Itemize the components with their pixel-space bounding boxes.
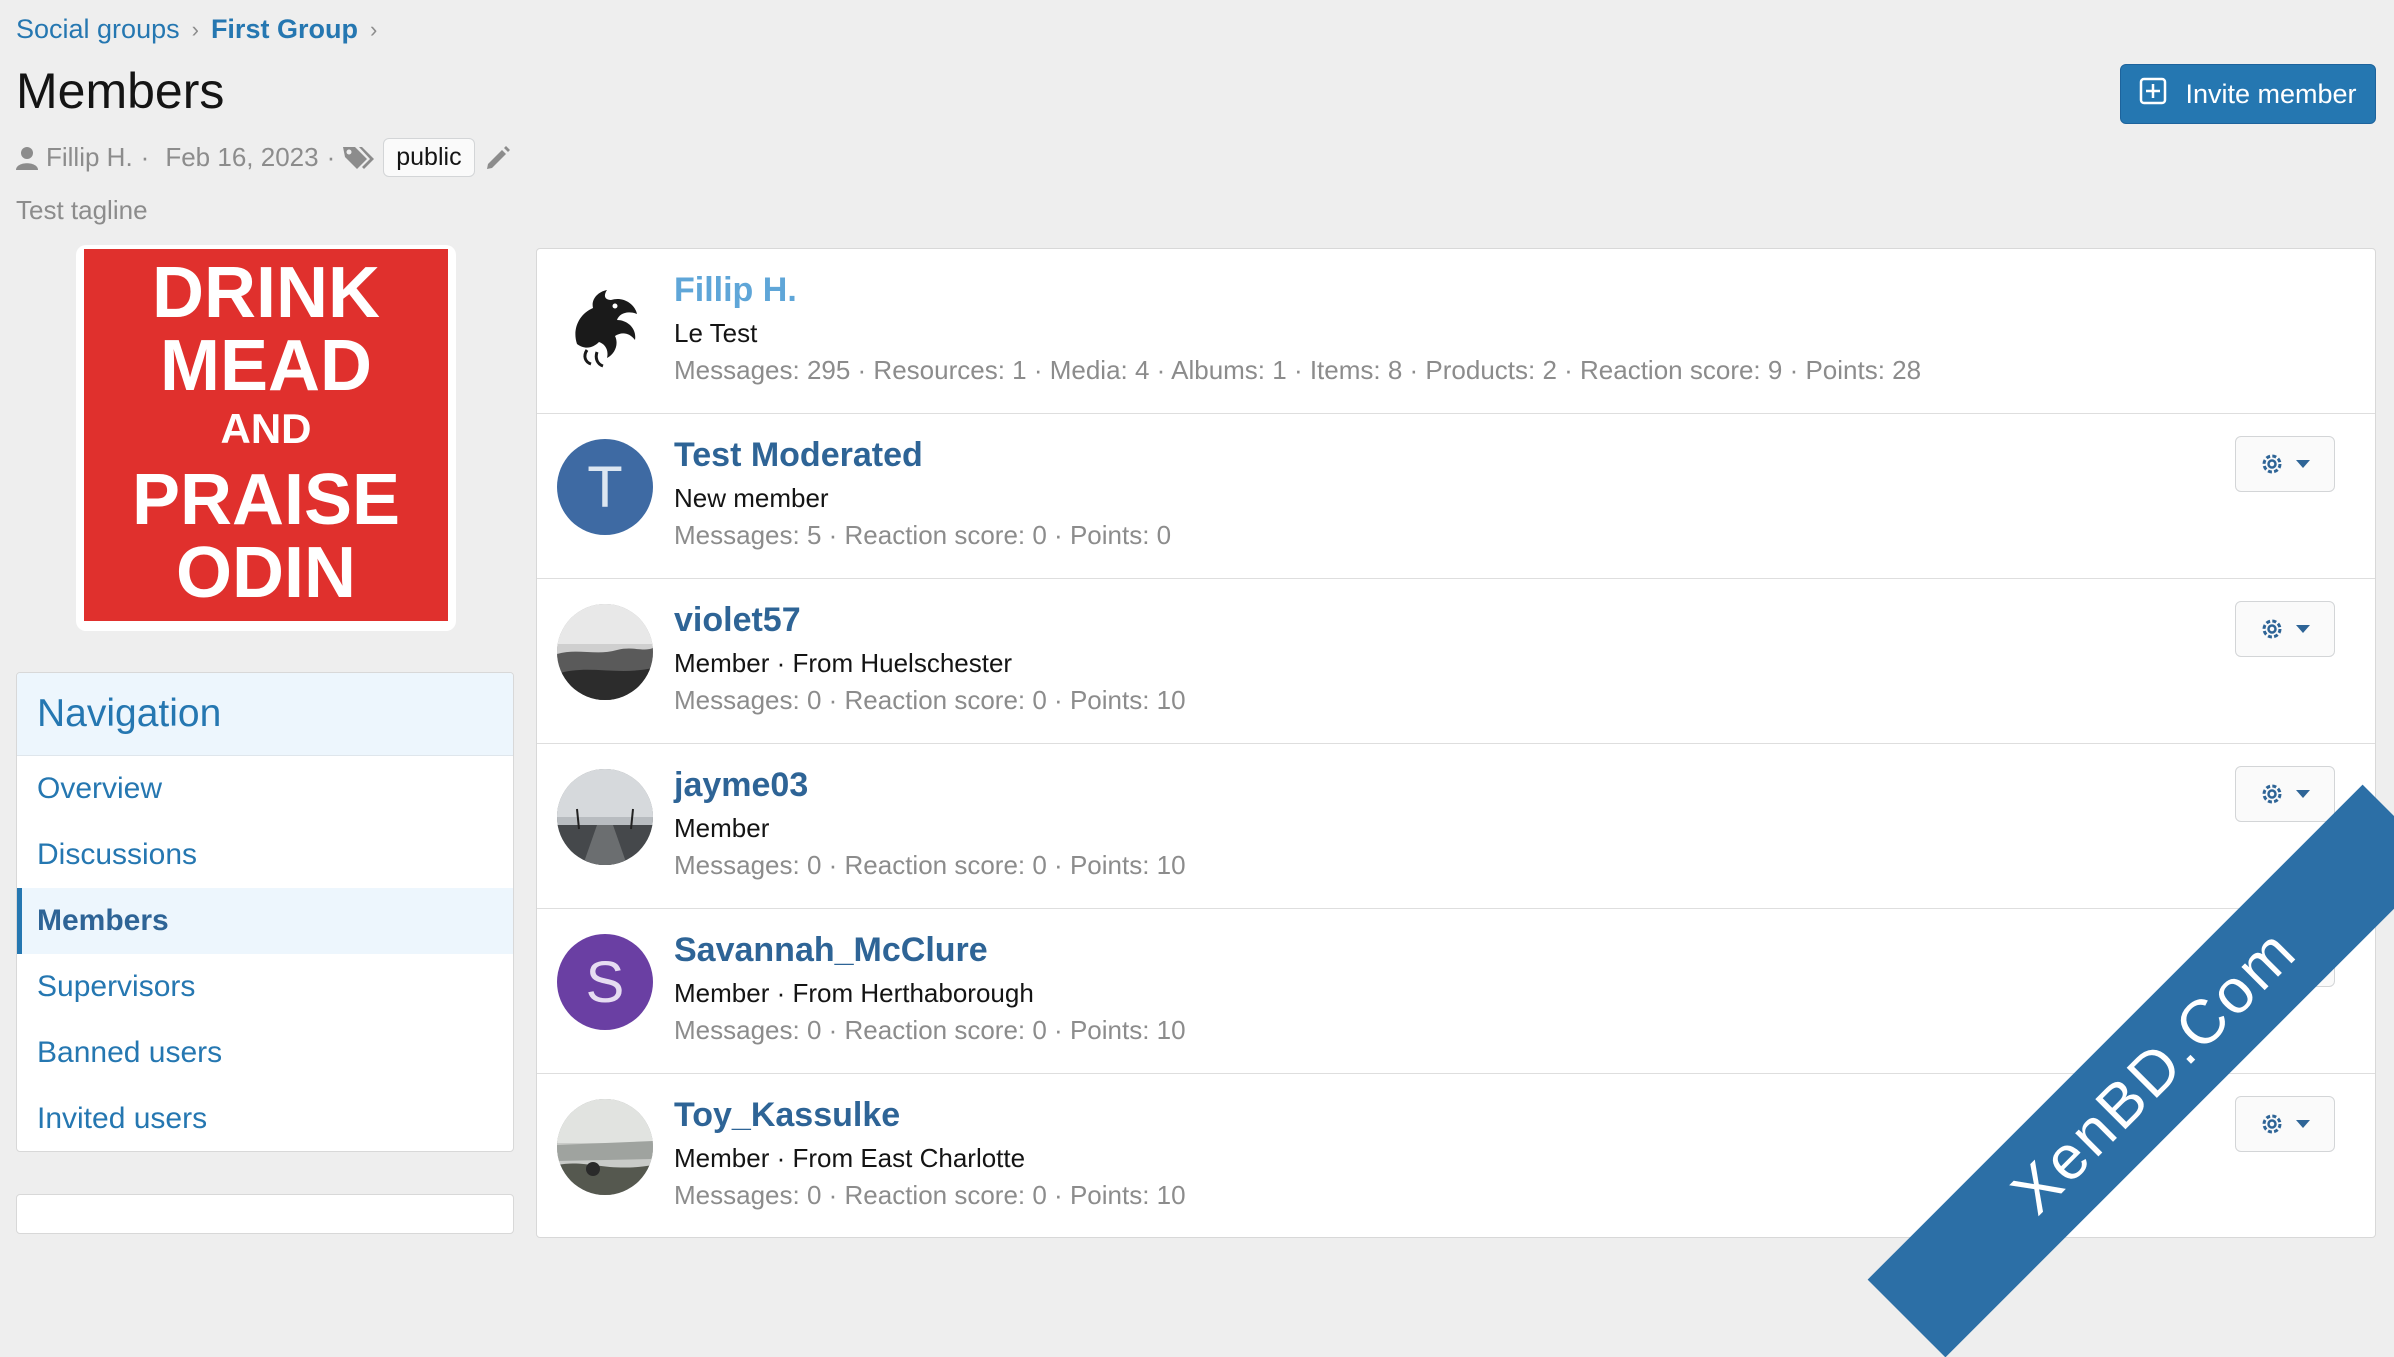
member-title: Member · From East Charlotte [674, 1143, 1026, 1173]
member-stats: Messages: 0 · Reaction score: 0 · Points… [674, 850, 1186, 880]
member-stats: Messages: 0 · Reaction score: 0 · Points… [674, 1015, 1186, 1045]
member-actions-button[interactable] [2235, 436, 2335, 492]
nav-item-banned-users[interactable]: Banned users [17, 1020, 513, 1086]
breadcrumb: Social groups › First Group › [16, 14, 389, 45]
avatar[interactable] [557, 604, 653, 700]
tag-public[interactable]: public [383, 138, 475, 177]
nav-item-invited-users[interactable]: Invited users [17, 1086, 513, 1151]
separator: · [326, 142, 336, 172]
gear-icon [2262, 784, 2282, 804]
caret-down-icon [2296, 790, 2310, 798]
member-stats: Messages: 295 · Resources: 1 · Media: 4 … [674, 355, 1922, 385]
avatar-line-1: DRINK [152, 253, 380, 333]
member-row: T Test Moderated New member Messages: 5 … [537, 414, 2375, 579]
breadcrumb-social-groups[interactable]: Social groups [16, 14, 180, 45]
pier-photo [557, 769, 653, 865]
chevron-right-icon: › [369, 16, 378, 42]
member-row: Fillip H. Le Test Messages: 295 · Resour… [537, 249, 2375, 414]
caret-down-icon [2296, 625, 2310, 633]
avatar-letter: T [587, 454, 623, 520]
nav-item-members[interactable]: Members [17, 888, 513, 954]
group-avatar-image: DRINK MEAD AND PRAISE ODIN [84, 249, 448, 621]
member-stats: Messages: 0 · Reaction score: 0 · Points… [674, 685, 1186, 715]
avatar[interactable] [557, 769, 653, 865]
member-name[interactable]: Savannah_McClure [674, 931, 988, 970]
group-tagline: Test tagline [16, 195, 148, 225]
dragon-icon [575, 290, 637, 368]
breadcrumb-first-group[interactable]: First Group [211, 14, 358, 45]
created-date: Feb 16, 2023 [165, 142, 319, 172]
avatar[interactable]: T [557, 439, 653, 535]
avatar-letter: S [585, 949, 625, 1015]
member-name[interactable]: violet57 [674, 601, 801, 640]
tags-icon [343, 145, 377, 171]
edit-pencil-icon[interactable] [485, 145, 511, 171]
avatar[interactable] [557, 274, 653, 370]
member-name[interactable]: Test Moderated [674, 436, 923, 475]
sidebar-block [16, 1194, 514, 1234]
gear-icon [2262, 1114, 2282, 1134]
avatar[interactable]: S [557, 934, 653, 1030]
avatar-line-3: AND [221, 405, 312, 452]
avatar[interactable] [557, 1099, 653, 1195]
member-row: violet57 Member · From Huelschester Mess… [537, 579, 2375, 744]
group-avatar: DRINK MEAD AND PRAISE ODIN [76, 245, 456, 631]
user-icon [16, 146, 38, 170]
author-link[interactable]: Fillip H. [46, 142, 133, 173]
member-row: jayme03 Member Messages: 0 · Reaction sc… [537, 744, 2375, 909]
member-actions-button[interactable] [2235, 1096, 2335, 1152]
navigation-title: Navigation [17, 673, 513, 756]
gear-icon [2262, 454, 2282, 474]
nav-item-discussions[interactable]: Discussions [17, 822, 513, 888]
member-title: New member [674, 483, 829, 513]
separator: · [140, 142, 150, 172]
member-stats: Messages: 0 · Reaction score: 0 · Points… [674, 1180, 1186, 1210]
avatar-line-5: ODIN [176, 533, 356, 613]
member-name[interactable]: jayme03 [674, 766, 808, 805]
gear-icon [2262, 619, 2282, 639]
plus-square-icon [2139, 77, 2167, 112]
avatar-line-2: MEAD [160, 326, 372, 406]
nav-item-supervisors[interactable]: Supervisors [17, 954, 513, 1020]
member-title: Member · From Herthaborough [674, 978, 1034, 1008]
member-title: Le Test [674, 318, 758, 348]
nav-item-overview[interactable]: Overview [17, 756, 513, 822]
group-meta: Fillip H. · Feb 16, 2023 · public [16, 138, 511, 177]
member-title: Member [674, 813, 770, 843]
invite-member-button[interactable]: Invite member [2120, 64, 2376, 124]
chevron-right-icon: › [191, 16, 199, 42]
member-actions-button[interactable] [2235, 766, 2335, 822]
member-name[interactable]: Toy_Kassulke [674, 1096, 900, 1135]
member-stats: Messages: 5 · Reaction score: 0 · Points… [674, 520, 1172, 550]
landscape-photo [557, 604, 653, 700]
member-actions-button[interactable] [2235, 601, 2335, 657]
member-name[interactable]: Fillip H. [674, 271, 797, 310]
avatar-line-4: PRAISE [132, 460, 400, 540]
page-title: Members [16, 63, 225, 119]
caret-down-icon [2296, 460, 2310, 468]
group-navigation: Navigation Overview Discussions Members … [16, 672, 514, 1152]
invite-member-label: Invite member [2185, 78, 2357, 109]
caret-down-icon [2296, 1120, 2310, 1128]
coast-photo [557, 1099, 653, 1195]
member-title: Member · From Huelschester [674, 648, 1013, 678]
